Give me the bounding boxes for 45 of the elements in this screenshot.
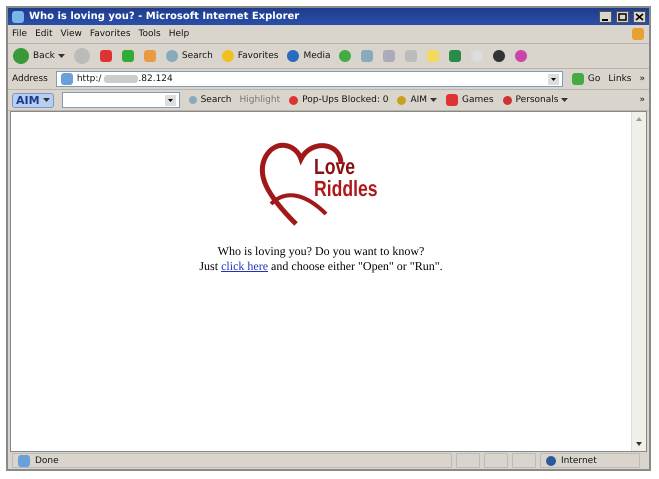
- more-button[interactable]: »: [639, 95, 645, 105]
- status-panel: [512, 453, 536, 468]
- menu-item[interactable]: Tools: [138, 29, 161, 39]
- menu-item[interactable]: Help: [168, 29, 190, 39]
- caret-icon[interactable]: [58, 54, 65, 58]
- window-title: Who is loving you? - Microsoft Internet Explorer: [29, 11, 300, 22]
- status-panel: [456, 453, 480, 468]
- url-text: .82.124: [138, 74, 173, 84]
- logo-text: Love: [314, 156, 356, 178]
- caret-icon[interactable]: [561, 98, 568, 102]
- logo-text: Riddles: [314, 178, 378, 200]
- click-here-link[interactable]: click here: [221, 259, 268, 273]
- menu-item[interactable]: Edit: [35, 29, 52, 39]
- zone-text: Internet: [561, 456, 597, 466]
- minimize-button[interactable]: [599, 10, 612, 22]
- instruction-text: Just click here and choose either "Open" or "Run".: [199, 259, 443, 274]
- menu-item[interactable]: Favorites: [90, 29, 131, 39]
- media-button[interactable]: Media: [286, 49, 330, 63]
- maximize-button[interactable]: [616, 10, 629, 22]
- aim-button[interactable]: AIM: [12, 92, 54, 108]
- close-button[interactable]: [633, 10, 646, 22]
- aim-search-field[interactable]: [62, 92, 180, 108]
- search-button[interactable]: Search: [188, 95, 232, 105]
- blurred-area: [104, 75, 138, 83]
- menu-item[interactable]: File: [12, 29, 28, 39]
- menu-item[interactable]: View: [60, 29, 82, 39]
- back-button[interactable]: Back: [12, 47, 65, 65]
- personals-button[interactable]: Personals: [502, 94, 568, 106]
- popup-blocker-button[interactable]: Pop-Ups Blocked: 0: [288, 94, 388, 106]
- caret-icon[interactable]: [430, 98, 438, 102]
- status-panel: [484, 453, 508, 468]
- question-text: Who is loving you? Do you want to know?: [218, 244, 424, 259]
- more-button[interactable]: »: [639, 74, 645, 84]
- games-button[interactable]: Games: [445, 93, 494, 107]
- favorites-button[interactable]: Favorites: [220, 49, 278, 63]
- address-field[interactable]: http:/ .82.124: [56, 71, 563, 87]
- links-button[interactable]: Links: [608, 74, 632, 84]
- url-text: http:/: [76, 74, 102, 84]
- go-button[interactable]: Go: [570, 72, 600, 86]
- scrollbar[interactable]: [631, 112, 646, 451]
- status-text: Done: [35, 456, 59, 466]
- address-label: Address: [12, 74, 48, 84]
- caret-icon[interactable]: [42, 98, 50, 102]
- search-button[interactable]: Search: [164, 49, 213, 63]
- aim-menu-button[interactable]: AIM: [396, 94, 438, 106]
